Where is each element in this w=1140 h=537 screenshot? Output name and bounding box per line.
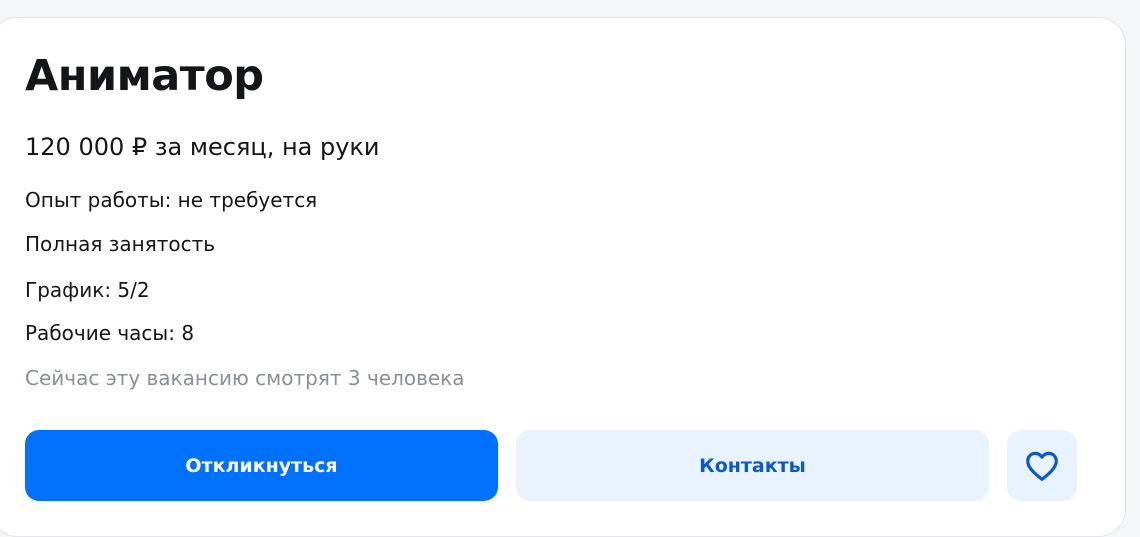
experience-info: Опыт работы: не требуется (25, 188, 318, 212)
contacts-button[interactable]: Контакты (516, 430, 989, 501)
respond-button-label: Откликнуться (185, 454, 338, 477)
respond-button[interactable]: Откликнуться (25, 430, 498, 501)
employment-info: Полная занятость (25, 232, 216, 256)
favorite-button[interactable] (1007, 430, 1077, 501)
viewers-count: Сейчас эту вакансию смотрят 3 человека (25, 366, 465, 390)
heart-icon (1024, 450, 1060, 482)
vacancy-title: Аниматор (25, 51, 264, 101)
contacts-button-label: Контакты (699, 454, 806, 477)
salary: 120 000 ₽ за месяц, на руки (25, 133, 380, 161)
working-hours-info: Рабочие часы: 8 (25, 321, 195, 345)
schedule-info: График: 5/2 (25, 278, 150, 302)
